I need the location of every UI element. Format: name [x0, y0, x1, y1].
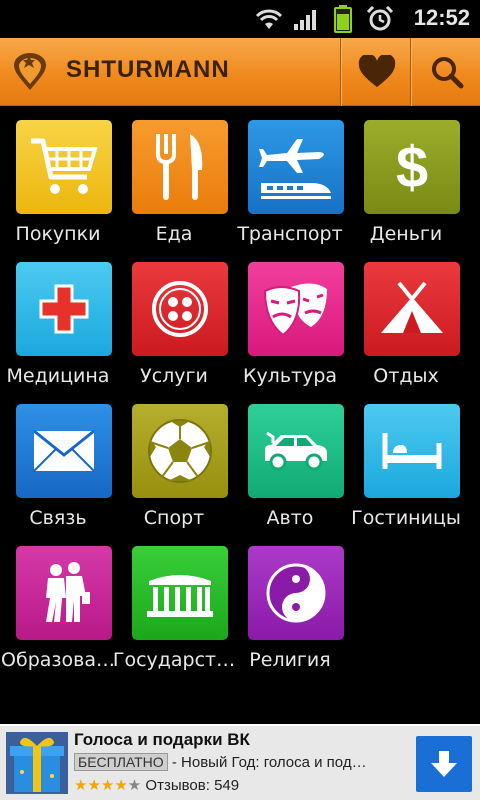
- logo-pin-icon: [14, 53, 46, 90]
- svg-text:$: $: [396, 135, 428, 199]
- free-badge: БЕСПЛАТНО: [74, 753, 168, 771]
- category-tile-sport[interactable]: Спорт: [116, 404, 232, 544]
- yin-yang-icon: [266, 563, 326, 623]
- category-tile-shopping[interactable]: Покупки: [0, 120, 116, 260]
- category-icon-box: [364, 262, 460, 356]
- category-label: Отдых: [373, 365, 439, 387]
- app-header: SHTURMANN: [0, 38, 480, 106]
- category-icon-box: [248, 262, 344, 356]
- category-icon-box: [248, 546, 344, 640]
- favorites-button[interactable]: [343, 38, 411, 106]
- category-label: Спорт: [143, 507, 205, 529]
- plane-train-icon: [259, 139, 331, 199]
- category-tile-money[interactable]: $ Деньги: [348, 120, 464, 260]
- category-label: Покупки: [15, 223, 101, 245]
- category-icon-box: [364, 404, 460, 498]
- category-tile-government[interactable]: Государст…: [113, 546, 235, 686]
- ad-title: Голоса и подарки ВК: [74, 730, 250, 749]
- category-label: Услуги: [140, 365, 208, 387]
- category-label: Культура: [242, 365, 338, 387]
- category-label: Медицина: [6, 365, 110, 387]
- category-label: Транспорт: [237, 223, 343, 245]
- heart-icon: [358, 55, 396, 87]
- header-divider: [340, 38, 342, 106]
- download-button[interactable]: [416, 736, 472, 792]
- category-label: Еда: [155, 223, 193, 245]
- search-button[interactable]: [413, 38, 480, 106]
- category-icon-box: [16, 262, 112, 356]
- category-tile-hotels[interactable]: Гостиницы: [348, 404, 464, 544]
- envelope-icon: [33, 429, 95, 472]
- ad-description-line: БЕСПЛАТНО - Новый Год: голоса и под…: [74, 753, 410, 771]
- category-tile-culture[interactable]: Культура: [232, 262, 348, 402]
- category-tile-communication[interactable]: Связь: [0, 404, 116, 544]
- ad-rating-line: ★★★★★ Отзывов: 549: [74, 776, 239, 794]
- category-icon-box: $: [364, 120, 460, 214]
- category-icon-box: [132, 546, 228, 640]
- button-icon: [152, 281, 208, 337]
- medical-cross-icon: [39, 284, 89, 334]
- category-icon-box: [16, 120, 112, 214]
- rating-star-empty: ★: [127, 777, 142, 794]
- wifi-icon: [255, 9, 283, 29]
- category-label: Авто: [266, 507, 314, 529]
- category-icon-box: [16, 404, 112, 498]
- category-icon-box: [248, 404, 344, 498]
- theater-masks-icon: [263, 283, 327, 337]
- download-arrow-icon: [431, 751, 457, 777]
- ad-banner[interactable]: Голоса и подарки ВК БЕСПЛАТНО - Новый Го…: [0, 724, 480, 800]
- category-icon-box: [132, 404, 228, 498]
- category-label: Связь: [29, 507, 87, 529]
- search-icon: [432, 57, 464, 89]
- category-tile-education[interactable]: Образова…: [0, 546, 116, 686]
- soccer-ball-icon: [148, 419, 212, 483]
- government-building-icon: [147, 575, 213, 617]
- category-tile-auto[interactable]: Авто: [232, 404, 348, 544]
- category-label: Образова…: [1, 649, 115, 671]
- rating-stars: ★★★★: [74, 777, 128, 794]
- app-brand: SHTURMANN: [66, 56, 230, 83]
- shopping-cart-icon: [31, 138, 98, 194]
- signal-icon: [294, 10, 316, 30]
- category-tile-services[interactable]: Услуги: [116, 262, 232, 402]
- category-tile-food[interactable]: Еда: [116, 120, 232, 260]
- category-tile-transport[interactable]: Транспорт: [232, 120, 348, 260]
- ad-description: - Новый Год: голоса и под…: [167, 754, 367, 771]
- gift-box-icon: [6, 732, 68, 794]
- category-label: Деньги: [369, 223, 443, 245]
- category-icon-box: [132, 120, 228, 214]
- battery-icon: [334, 5, 352, 33]
- tent-icon: [381, 281, 443, 333]
- status-time: 12:52: [413, 5, 470, 30]
- ad-reviews: Отзывов: 549: [145, 777, 240, 794]
- category-icon-box: [132, 262, 228, 356]
- car-icon: [265, 431, 327, 471]
- fork-knife-icon: [156, 134, 203, 200]
- category-label: Государст…: [112, 649, 236, 671]
- category-label: Гостиницы: [351, 507, 461, 529]
- bed-icon: [382, 433, 442, 469]
- category-tile-leisure[interactable]: Отдых: [348, 262, 464, 402]
- category-tile-religion[interactable]: Религия: [232, 546, 348, 686]
- category-icon-box: [16, 546, 112, 640]
- category-tile-medicine[interactable]: Медицина: [0, 262, 116, 402]
- category-icon-box: [248, 120, 344, 214]
- students-icon: [46, 562, 90, 622]
- category-label: Религия: [249, 649, 331, 671]
- dollar-icon: $: [396, 135, 428, 199]
- header-divider: [410, 38, 412, 106]
- status-bar: 12:52: [0, 0, 480, 38]
- alarm-icon: [366, 6, 394, 31]
